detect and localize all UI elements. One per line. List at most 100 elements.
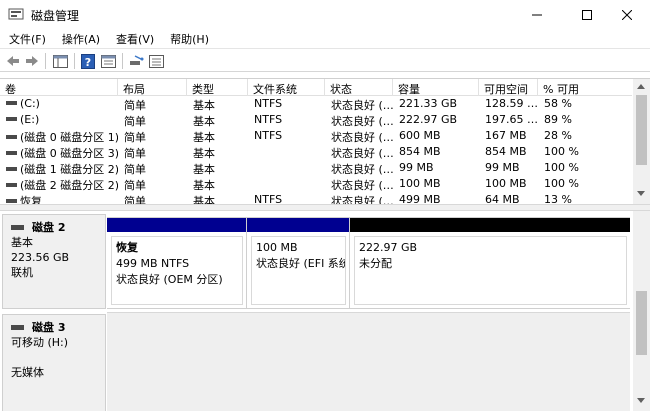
partition-unallocated[interactable]: 222.97 GB 未分配 (350, 218, 630, 308)
list-view-icon[interactable] (148, 53, 164, 69)
volume-row[interactable]: (磁盘 1 磁盘分区 2) 简单 基本 状态良好 (… 99 MB 99 MB … (0, 160, 632, 176)
partition-status: 状态良好 (EFI 系统 (256, 257, 346, 270)
volume-percent-free: 13 % (544, 193, 572, 204)
volume-type: 基本 (193, 99, 215, 112)
volume-icon (6, 167, 17, 171)
toolbar: ? (0, 48, 650, 72)
column-header-status[interactable]: 状态 (325, 79, 393, 96)
volume-status: 状态良好 (… (331, 147, 393, 160)
volume-percent-free: 100 % (544, 177, 579, 190)
volume-capacity: 99 MB (399, 161, 434, 174)
volume-percent-free: 100 % (544, 145, 579, 158)
console-tree-icon[interactable] (52, 53, 68, 69)
column-header-percent-free[interactable]: % 可用 (538, 79, 632, 96)
partition-size: 222.97 GB (359, 241, 418, 254)
volume-status: 状态良好 (… (331, 99, 393, 112)
volume-name: (磁盘 0 磁盘分区 1) (20, 131, 118, 144)
volume-capacity: 100 MB (399, 177, 441, 190)
volume-list-scrollbar[interactable] (633, 79, 650, 204)
volume-status: 状态良好 (… (331, 131, 393, 144)
column-header-layout[interactable]: 布局 (118, 79, 187, 96)
volume-free-space: 100 MB (485, 177, 527, 190)
volume-row[interactable]: (C:) 简单 基本 NTFS 状态良好 (… 221.33 GB 128.59… (0, 96, 632, 112)
minimize-button[interactable] (514, 0, 560, 29)
disk-icon (11, 225, 24, 230)
volume-icon (6, 151, 17, 155)
scroll-thumb[interactable] (636, 95, 647, 165)
disk-status: 联机 (11, 266, 33, 279)
volume-free-space: 128.59 … (485, 97, 538, 110)
disk-graphical-view: 磁盘 2 基本 223.56 GB 联机 恢复 499 MB NTFS 状态良好… (0, 211, 650, 411)
volume-row[interactable]: (磁盘 0 磁盘分区 3) 简单 基本 状态良好 (… 854 MB 854 M… (0, 144, 632, 160)
menu-view[interactable]: 查看(V) (107, 29, 161, 48)
forward-arrow-icon[interactable] (24, 53, 40, 69)
column-header-type[interactable]: 类型 (187, 79, 248, 96)
disk-type: 可移动 (H:) (11, 336, 69, 349)
volume-layout: 简单 (124, 195, 146, 204)
menu-file[interactable]: 文件(F) (0, 29, 53, 48)
scroll-down-arrow-icon[interactable] (637, 191, 645, 196)
partition-title: 恢复 (116, 241, 138, 254)
volume-layout: 简单 (124, 147, 146, 160)
rescan-icon[interactable] (128, 53, 144, 69)
menu-help[interactable]: 帮助(H) (161, 29, 216, 48)
volume-percent-free: 89 % (544, 113, 572, 126)
volume-layout: 简单 (124, 115, 146, 128)
volume-type: 基本 (193, 163, 215, 176)
disk-size: 223.56 GB (11, 251, 70, 264)
volume-capacity: 499 MB (399, 193, 441, 204)
volume-free-space: 99 MB (485, 161, 520, 174)
column-header-filesystem[interactable]: 文件系统 (248, 79, 325, 96)
volume-list: 卷 布局 类型 文件系统 状态 容量 可用空间 % 可用 (C:) 简单 基本 … (0, 78, 650, 204)
menu-action[interactable]: 操作(A) (53, 29, 107, 48)
partition-recovery[interactable]: 恢复 499 MB NTFS 状态良好 (OEM 分区) (107, 218, 247, 308)
disk-status: 无媒体 (11, 366, 44, 379)
column-header-free-space[interactable]: 可用空间 (479, 79, 538, 96)
volume-filesystem (248, 144, 325, 160)
disk-2-label[interactable]: 磁盘 2 基本 223.56 GB 联机 (2, 214, 106, 309)
volume-filesystem (248, 176, 325, 192)
volume-filesystem (248, 160, 325, 176)
partition-efi[interactable]: 100 MB 状态良好 (EFI 系统 (247, 218, 350, 308)
partition-status: 未分配 (359, 257, 392, 270)
partition-status: 状态良好 (OEM 分区) (116, 273, 223, 286)
scroll-thumb[interactable] (636, 291, 647, 355)
volume-free-space: 64 MB (485, 193, 520, 204)
back-arrow-icon[interactable] (5, 53, 21, 69)
disk-size (11, 350, 105, 365)
volume-type: 基本 (193, 195, 215, 204)
volume-layout: 简单 (124, 131, 146, 144)
volume-layout: 简单 (124, 163, 146, 176)
disk-3-label[interactable]: 磁盘 3 可移动 (H:) 无媒体 (2, 314, 106, 411)
column-header-capacity[interactable]: 容量 (393, 79, 479, 96)
volume-row[interactable]: (磁盘 2 磁盘分区 2) 简单 基本 状态良好 (… 100 MB 100 M… (0, 176, 632, 192)
volume-status: 状态良好 (… (331, 179, 393, 192)
help-icon[interactable]: ? (80, 53, 96, 69)
partition-size: 100 MB (256, 241, 298, 254)
close-button[interactable] (604, 0, 650, 29)
column-header-volume[interactable]: 卷 (0, 79, 118, 96)
volume-status: 状态良好 (… (331, 163, 393, 176)
volume-capacity: 600 MB (399, 129, 441, 142)
volume-percent-free: 28 % (544, 129, 572, 142)
partition-bar (107, 218, 246, 232)
volume-layout: 简单 (124, 179, 146, 192)
disk-pane-scrollbar[interactable] (633, 211, 650, 411)
volume-row[interactable]: (E:) 简单 基本 NTFS 状态良好 (… 222.97 GB 197.65… (0, 112, 632, 128)
partition-bar (350, 218, 630, 232)
volume-free-space: 167 MB (485, 129, 527, 142)
volume-icon (6, 101, 17, 105)
volume-row[interactable]: 恢复 简单 基本 NTFS 状态良好 (… 499 MB 64 MB 13 % (0, 192, 632, 204)
scroll-up-arrow-icon[interactable] (637, 84, 645, 89)
volume-row[interactable]: (磁盘 0 磁盘分区 1) 简单 基本 NTFS 状态良好 (… 600 MB … (0, 128, 632, 144)
disk-management-icon (8, 7, 24, 21)
volume-icon (6, 135, 17, 139)
scroll-down-arrow-icon[interactable] (637, 398, 645, 403)
partition-size: 499 MB NTFS (116, 257, 190, 270)
pane-splitter[interactable] (0, 204, 650, 211)
volume-capacity: 222.97 GB (399, 113, 458, 126)
volume-capacity: 221.33 GB (399, 97, 458, 110)
volume-name: 恢复 (20, 195, 42, 204)
properties-icon[interactable] (100, 53, 116, 69)
volume-filesystem: NTFS (254, 193, 283, 204)
